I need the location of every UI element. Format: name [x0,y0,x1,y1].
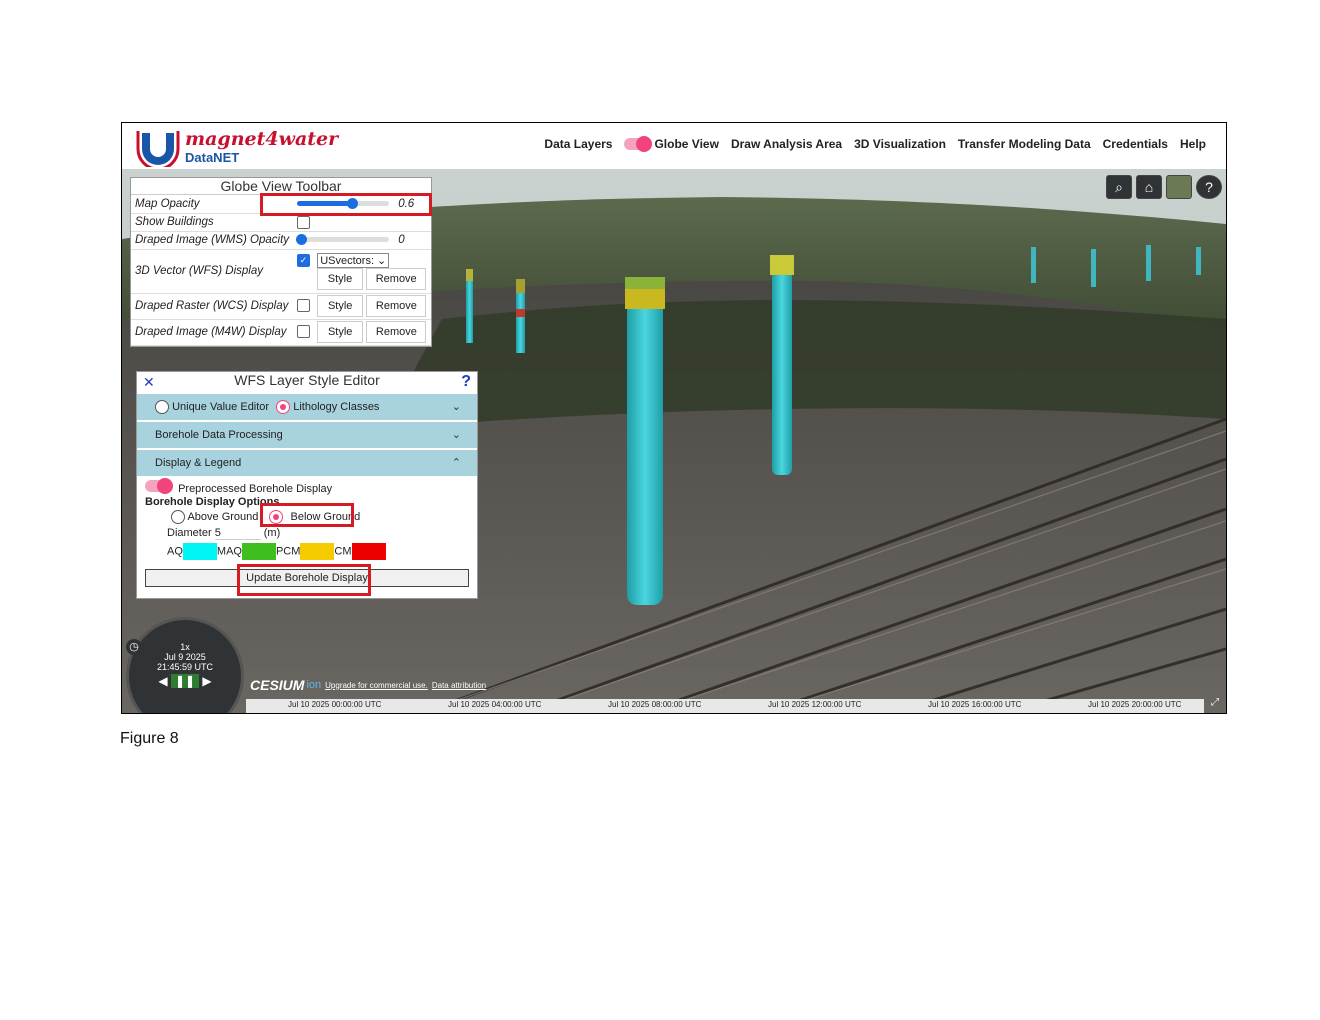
accordion-editor-type[interactable]: Unique Value Editor Lithology Classes ⌄ [137,394,477,420]
brand-sub: DataNET [185,150,240,165]
timeline-label: Jul 10 2025 04:00:00 UTC [448,700,542,709]
above-ground-label: Above Ground [187,510,259,523]
legend-swatch-cm[interactable] [351,543,386,560]
close-icon[interactable]: ✕ [143,374,155,391]
lithology-label: Lithology Classes [293,401,380,413]
legend-label-cm: CM [334,545,352,558]
nav-globe-view[interactable]: Globe View [624,136,719,152]
cesium-toolbar: ⌕ ⌂ ? [1106,175,1222,199]
m4w-display-checkbox[interactable] [297,325,310,339]
pause-icon[interactable]: ❚❚ [170,674,200,688]
legend-swatch-maq[interactable] [241,543,276,560]
legend-label-pcm: PCM [275,545,301,558]
wcs-display-label: Draped Raster (WCS) Display [131,293,293,320]
m4w-display-label: Draped Image (M4W) Display [131,319,293,346]
wfs-layer-select[interactable]: USvectors: ⌄ [317,252,390,268]
unique-value-radio[interactable] [155,400,169,415]
diameter-unit: (m) [263,527,281,539]
unique-value-label: Unique Value Editor [172,401,270,413]
clock-date: Jul 9 2025 [164,652,206,662]
help-icon[interactable]: ? [1196,175,1222,199]
nav-globe-view-label: Globe View [654,137,719,151]
above-ground-radio[interactable] [171,510,185,524]
wms-opacity-slider[interactable] [296,234,389,246]
search-icon[interactable]: ⌕ [1106,175,1132,199]
lithology-radio[interactable] [276,400,291,415]
main-nav: Data Layers Globe View Draw Analysis Are… [538,136,1226,152]
wfs-display-label: 3D Vector (WFS) Display [131,249,293,294]
wcs-style-button[interactable]: Style [317,295,364,317]
wms-opacity-value: 0 [398,234,405,246]
home-icon[interactable]: ⌂ [1136,175,1162,199]
show-buildings-checkbox[interactable] [297,215,310,229]
timeline-label: Jul 10 2025 16:00:00 UTC [928,700,1022,709]
lithology-legend: AQ MAQ PCM CM [145,543,469,563]
m4w-style-button[interactable]: Style [317,321,364,343]
app-window: magnet4water DataNET Data Layers Globe V… [121,122,1227,714]
wfs-style-button[interactable]: Style [317,267,363,290]
accordion-borehole-processing[interactable]: Borehole Data Processing ⌄ [137,422,477,448]
help-icon[interactable]: ? [461,373,471,391]
wms-opacity-label: Draped Image (WMS) Opacity [131,231,293,250]
timeline-label: Jul 10 2025 12:00:00 UTC [768,700,862,709]
app-header: magnet4water DataNET Data Layers Globe V… [122,123,1226,169]
upgrade-link[interactable]: Upgrade for commercial use. [325,681,428,690]
play-icon[interactable]: ▶ [202,674,211,688]
clock-time: 21:45:59 UTC [156,662,214,672]
highlight-below-ground [260,503,354,527]
wfs-editor-title: WFS Layer Style Editor [234,372,380,388]
clock-icon[interactable]: ◷ [126,639,142,655]
chevron-down-icon: ⌄ [451,429,461,441]
wcs-display-checkbox[interactable] [297,299,310,313]
wfs-display-checkbox[interactable]: ✓ [297,253,310,267]
nav-3d-visualization[interactable]: 3D Visualization [854,137,946,151]
borehole [627,289,663,605]
magnet-logo-icon [136,131,180,167]
wcs-remove-button[interactable]: Remove [366,295,427,317]
cesium-logo: CESIUM [250,677,305,693]
highlight-map-opacity [260,193,432,216]
preprocessed-toggle[interactable] [145,478,173,494]
highlight-update-button [237,564,371,596]
borehole [772,259,792,475]
globe-view-toggle[interactable] [624,136,653,152]
display-legend-label: Display & Legend [155,457,242,469]
rewind-icon[interactable]: ◀ [158,674,167,688]
nav-data-layers[interactable]: Data Layers [544,137,612,151]
nav-credentials[interactable]: Credentials [1103,137,1168,151]
nav-help[interactable]: Help [1180,137,1206,151]
legend-swatch-pcm[interactable] [300,543,335,560]
wfs-remove-button[interactable]: Remove [366,267,427,290]
accordion-display-legend[interactable]: Display & Legend ⌃ [137,450,477,476]
nav-transfer[interactable]: Transfer Modeling Data [958,137,1091,151]
cesium-credit: CESIUM ion Upgrade for commercial use. D… [250,677,486,693]
timeline[interactable]: Jul 10 2025 00:00:00 UTC Jul 10 2025 04:… [246,699,1204,713]
timeline-label: Jul 10 2025 00:00:00 UTC [288,700,382,709]
m4w-remove-button[interactable]: Remove [366,321,427,343]
cesium-ion: ion [306,679,322,691]
figure-caption: Figure 8 [120,730,179,747]
legend-swatch-aq[interactable] [182,543,217,560]
borehole-processing-label: Borehole Data Processing [155,429,283,441]
clock-speed: 1x [180,642,190,652]
timeline-label: Jul 10 2025 20:00:00 UTC [1088,700,1182,709]
fullscreen-icon[interactable]: ⤢ [1206,697,1224,713]
data-attribution-link[interactable]: Data attribution [432,681,486,690]
diameter-input[interactable]: 5 [214,527,261,540]
preprocessed-label: Preprocessed Borehole Display [178,483,333,495]
nav-draw-area[interactable]: Draw Analysis Area [731,137,842,151]
chevron-up-icon: ⌃ [451,457,461,469]
diameter-label: Diameter [167,527,212,539]
brand-name: magnet4water [185,128,339,150]
timeline-label: Jul 10 2025 08:00:00 UTC [608,700,702,709]
chevron-down-icon: ⌄ [451,401,461,413]
legend-label-aq: AQ [167,545,183,558]
legend-label-maq: MAQ [216,545,242,558]
base-layer-picker-icon[interactable] [1166,175,1192,199]
